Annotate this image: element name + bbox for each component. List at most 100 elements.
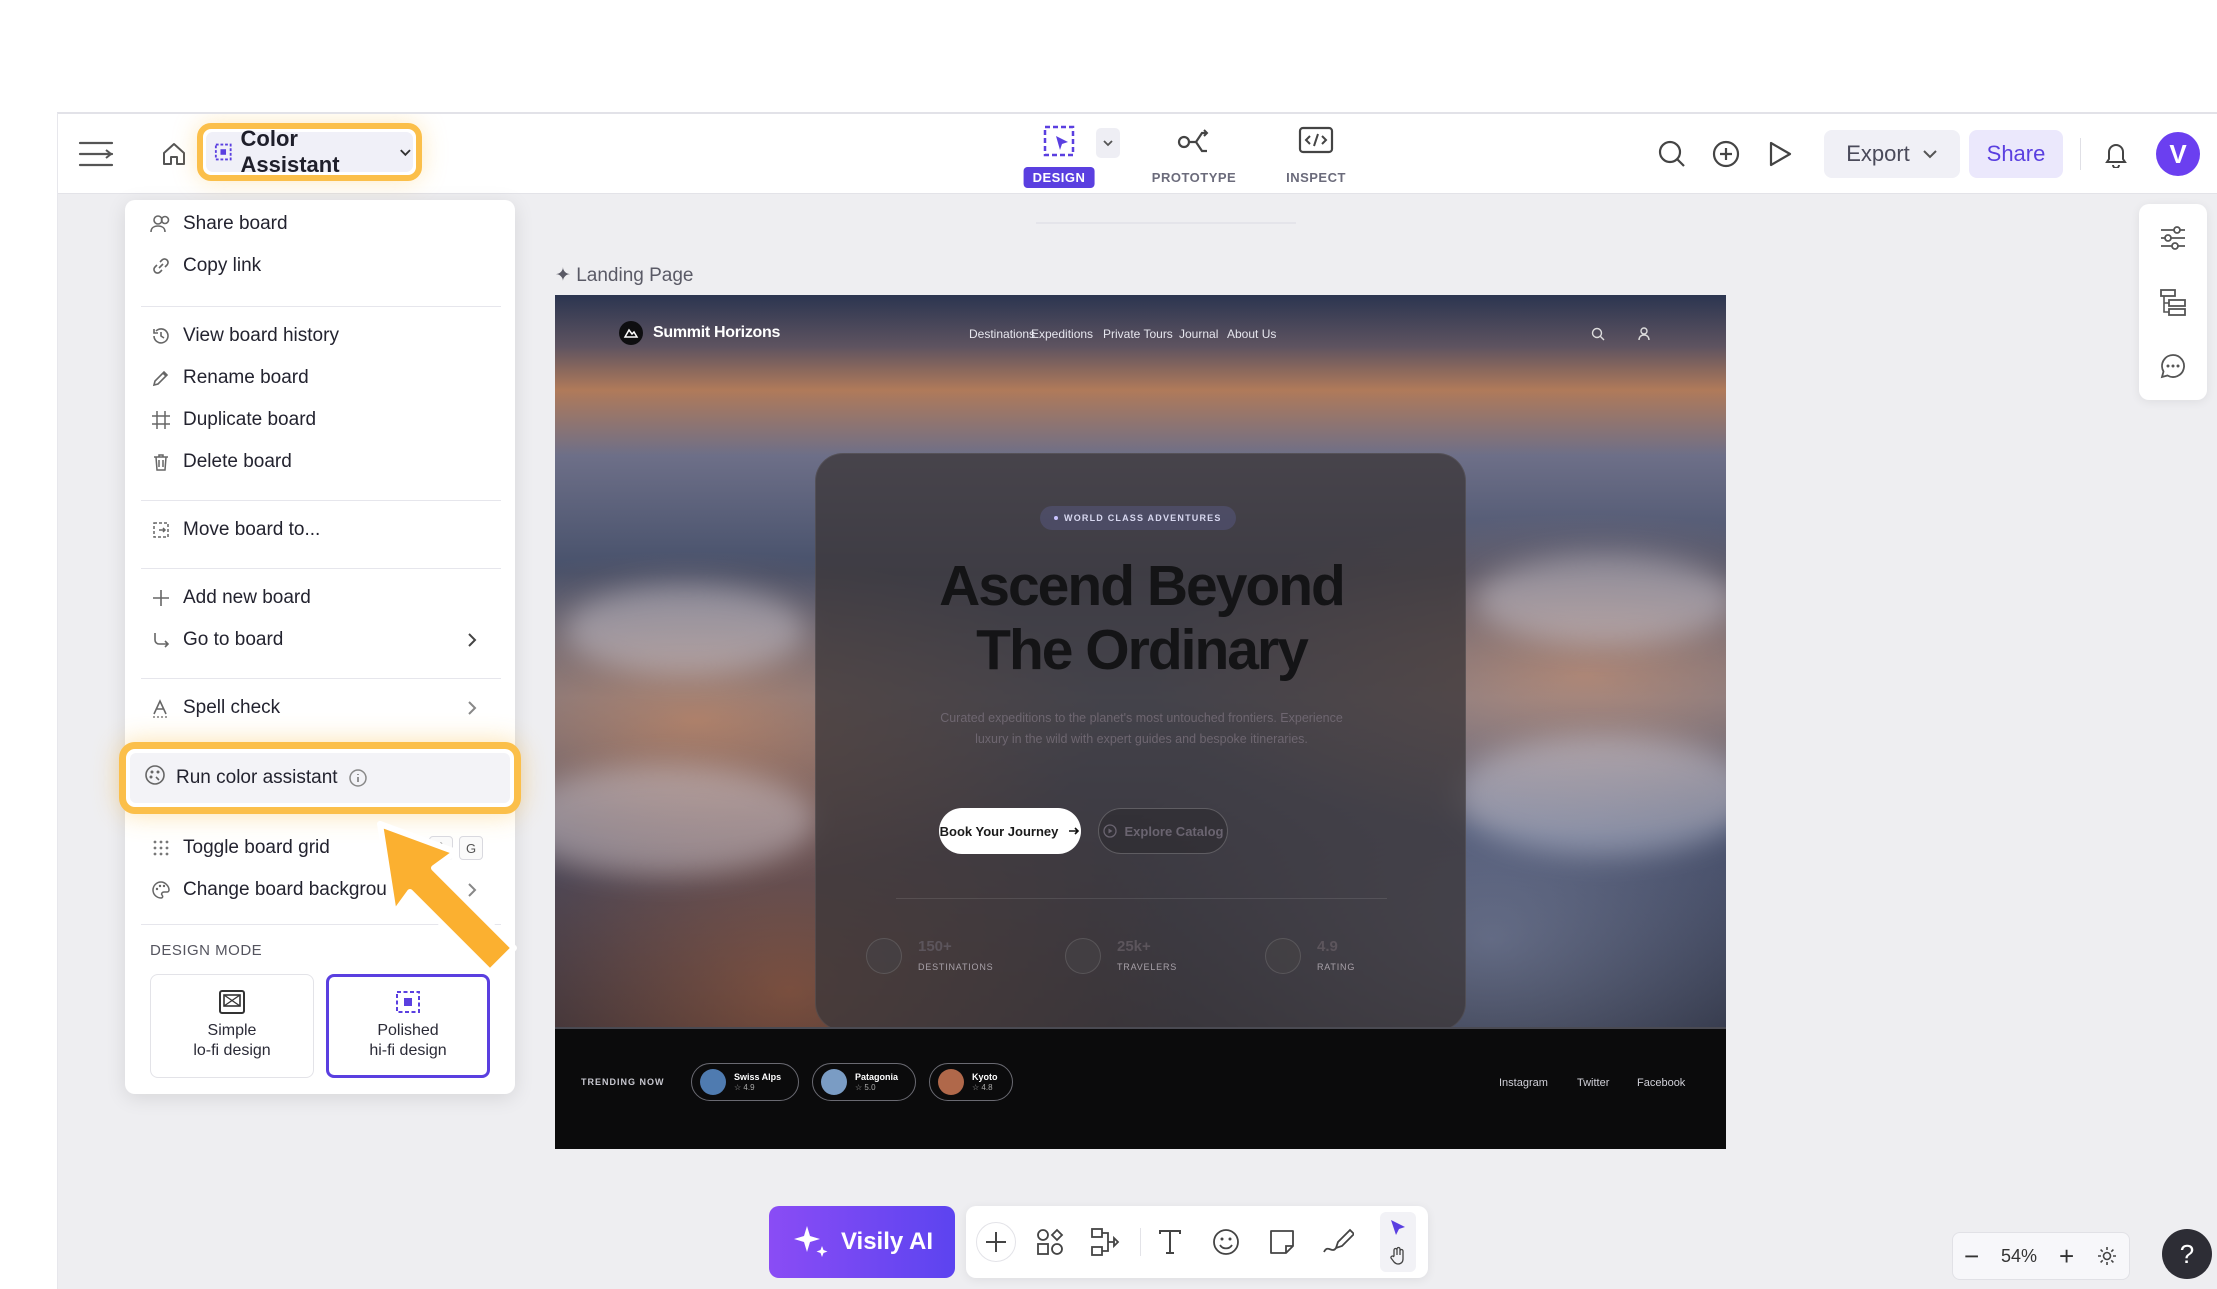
frame-label[interactable]: ✦ Landing Page: [555, 264, 693, 287]
nav-link-about[interactable]: About Us: [1227, 327, 1276, 341]
destination-rating: ☆ 5.0: [855, 1082, 876, 1092]
arrow-return-icon: [149, 628, 173, 652]
design-options-chevron-icon[interactable]: [1096, 128, 1120, 158]
user-icon[interactable]: [1637, 326, 1651, 341]
tab-prototype[interactable]: PROTOTYPE: [1146, 122, 1242, 188]
menu-item-label: Duplicate board: [183, 409, 317, 430]
explore-catalog-button[interactable]: Explore Catalog: [1098, 808, 1228, 854]
bottom-toolbar: [966, 1206, 1428, 1278]
social-link-facebook[interactable]: Facebook: [1637, 1077, 1685, 1089]
menu-item-label: Move board to...: [183, 519, 321, 540]
design-mode-header: DESIGN MODE: [150, 942, 263, 959]
menu-item-label: Delete board: [183, 451, 292, 472]
nav-link-journal[interactable]: Journal: [1179, 327, 1218, 341]
hamburger-menu-icon[interactable]: [76, 134, 116, 174]
menu-item-share-board[interactable]: Share board: [145, 206, 495, 242]
menu-item-delete[interactable]: Delete board: [145, 444, 495, 480]
avatar[interactable]: V: [2156, 132, 2200, 176]
components-icon[interactable]: [1032, 1224, 1068, 1260]
menu-item-run-color-assistant[interactable]: Run color assistant: [119, 742, 521, 814]
sparkle-icon: [793, 1226, 828, 1257]
link-icon: [149, 254, 173, 278]
plus-icon: [149, 586, 173, 610]
text-tool-icon[interactable]: [1152, 1224, 1188, 1260]
brand-name: Summit Horizons: [653, 324, 781, 341]
destination-name: Patagonia: [855, 1071, 899, 1082]
prototype-icon: [1177, 129, 1209, 153]
menu-item-go-to-board[interactable]: Go to board: [145, 622, 495, 658]
nav-link-destinations[interactable]: Destinations: [969, 327, 1035, 341]
share-button[interactable]: Share: [1969, 130, 2063, 178]
design-mode-icon: [1043, 125, 1075, 157]
settings-gear-icon[interactable]: [2096, 1245, 2118, 1267]
chevron-right-icon: [468, 701, 477, 715]
tab-prototype-label: PROTOTYPE: [1151, 170, 1237, 185]
info-icon[interactable]: [348, 768, 368, 788]
book-journey-label: Book Your Journey: [939, 823, 1059, 839]
menu-item-copy-link[interactable]: Copy link: [145, 248, 495, 284]
search-icon[interactable]: [1591, 327, 1605, 341]
social-link-twitter[interactable]: Twitter: [1577, 1077, 1609, 1089]
comment-icon[interactable]: [2155, 348, 2191, 384]
trash-icon: [149, 450, 173, 474]
menu-item-add-board[interactable]: Add new board: [145, 580, 495, 616]
tab-design[interactable]: DESIGN: [1011, 122, 1107, 188]
frame-label-text: Landing Page: [576, 265, 694, 286]
menu-item-label: Add new board: [183, 587, 311, 608]
export-button[interactable]: Export: [1824, 130, 1960, 178]
social-link-instagram[interactable]: Instagram: [1499, 1077, 1548, 1089]
layers-tree-icon[interactable]: [2155, 284, 2191, 320]
menu-item-label: Share board: [183, 213, 288, 234]
sticky-note-icon[interactable]: [1264, 1224, 1300, 1260]
nav-link-expeditions[interactable]: Expeditions: [1031, 327, 1093, 341]
landing-page-frame[interactable]: Summit Horizons Destinations Expeditions…: [555, 295, 1726, 1149]
add-circle-icon[interactable]: [1708, 136, 1744, 172]
menu-item-spell-check[interactable]: Spell check: [145, 690, 495, 726]
lofi-line1: Simple: [207, 1022, 257, 1039]
board-title-dropdown[interactable]: Color Assistant: [197, 123, 422, 181]
design-mode-lofi[interactable]: Simple lo-fi design: [150, 974, 314, 1078]
visily-ai-button[interactable]: Visily AI: [769, 1206, 955, 1278]
nav-link-private-tours[interactable]: Private Tours: [1103, 327, 1173, 341]
help-label: ?: [2179, 1238, 2195, 1269]
zoom-controls: − 54% +: [1952, 1232, 2130, 1280]
menu-item-rename[interactable]: Rename board: [145, 360, 495, 396]
design-mode-hifi[interactable]: Polished hi-fi design: [326, 974, 490, 1078]
tab-inspect[interactable]: INSPECT: [1268, 122, 1364, 188]
zoom-in-icon[interactable]: +: [2059, 1241, 2074, 1272]
trending-pill[interactable]: Kyoto ☆ 4.8: [929, 1063, 1013, 1101]
zoom-level[interactable]: 54%: [2001, 1246, 2037, 1267]
search-icon[interactable]: [1654, 136, 1690, 172]
menu-item-move-board[interactable]: Move board to...: [145, 512, 495, 548]
menu-item-duplicate[interactable]: Duplicate board: [145, 402, 495, 438]
flow-diagram-icon[interactable]: [1088, 1224, 1124, 1260]
board-title: Color Assistant: [240, 126, 340, 177]
trending-pill[interactable]: Patagonia ☆ 5.0: [812, 1063, 916, 1101]
star-icon: [1265, 938, 1301, 974]
pencil-icon: [149, 366, 173, 390]
hero-title-line2: The Ordinary: [976, 618, 1309, 682]
pen-draw-icon[interactable]: [1320, 1224, 1356, 1260]
badge-dot: [1054, 516, 1058, 520]
app-window: Color Assistant DESIGN PROTOTYPE INSPECT: [57, 112, 2217, 1289]
visily-ai-label: Visily AI: [840, 1228, 934, 1255]
trending-pill[interactable]: Swiss Alps ☆ 4.9: [691, 1063, 799, 1101]
bell-icon[interactable]: [2098, 136, 2134, 172]
book-journey-button[interactable]: Book Your Journey: [939, 808, 1081, 854]
destination-name: Swiss Alps: [734, 1071, 782, 1082]
help-button[interactable]: ?: [2162, 1229, 2212, 1279]
zoom-out-icon[interactable]: −: [1964, 1241, 1979, 1272]
stat-value: 25k+: [1117, 938, 1151, 955]
home-icon[interactable]: [156, 136, 192, 172]
emoji-icon[interactable]: [1208, 1224, 1244, 1260]
avatar-initial: V: [2169, 138, 2187, 169]
cursor-select-icon[interactable]: [1388, 1218, 1408, 1238]
sliders-icon[interactable]: [2155, 220, 2191, 256]
play-icon[interactable]: [1762, 136, 1798, 172]
hand-pan-icon[interactable]: [1388, 1246, 1408, 1266]
stat-label: TRAVELERS: [1117, 962, 1178, 972]
add-tool-icon[interactable]: [976, 1222, 1016, 1262]
menu-item-view-history[interactable]: View board history: [145, 318, 495, 354]
color-palette-icon: [144, 764, 166, 792]
top-toolbar: Color Assistant DESIGN PROTOTYPE INSPECT: [58, 114, 2217, 194]
